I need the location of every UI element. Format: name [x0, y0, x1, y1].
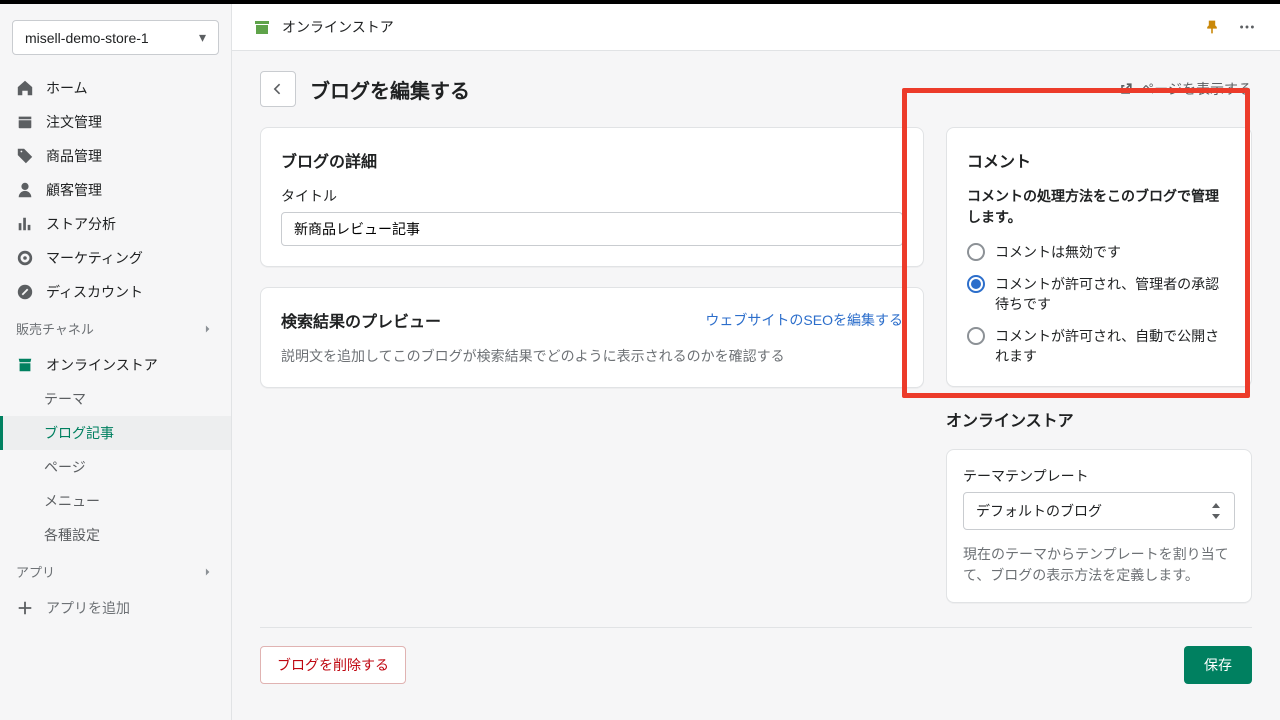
- radio-label: コメントは無効です: [995, 242, 1121, 262]
- delete-blog-button[interactable]: ブログを削除する: [260, 646, 406, 684]
- nav-label: 顧客管理: [46, 180, 102, 200]
- store-selector[interactable]: misell-demo-store-1 ▾: [12, 20, 219, 55]
- nav-label: 注文管理: [46, 112, 102, 132]
- radio-icon: [967, 243, 985, 261]
- template-desc: 現在のテーマからテンプレートを割り当てて、ブログの表示方法を定義します。: [963, 544, 1235, 586]
- save-button[interactable]: 保存: [1184, 646, 1252, 684]
- caret-down-icon: ▾: [199, 29, 206, 46]
- online-store-section: オンラインストア テーマテンプレート デフォルトのブログ 現在のテーマからテンプ…: [946, 407, 1252, 603]
- discounts-icon: [16, 283, 34, 301]
- section-label: アプリ: [16, 562, 55, 581]
- sidebar-add-app[interactable]: アプリを追加: [0, 591, 231, 625]
- nav-label: アプリを追加: [46, 598, 130, 618]
- title-label: タイトル: [281, 186, 903, 206]
- card-heading: コメント: [967, 148, 1231, 172]
- home-icon: [16, 79, 34, 97]
- sidebar-item-products[interactable]: 商品管理: [0, 139, 231, 173]
- page-title: ブログを編集する: [310, 75, 470, 104]
- store-icon: [16, 356, 34, 374]
- blog-details-card: ブログの詳細 タイトル: [260, 127, 924, 267]
- comment-option-auto[interactable]: コメントが許可され、自動で公開されます: [967, 326, 1231, 366]
- nav-label: テーマ: [44, 389, 86, 409]
- template-select[interactable]: デフォルトのブログ: [963, 492, 1235, 530]
- pin-button[interactable]: [1200, 15, 1224, 39]
- sidebar-item-customers[interactable]: 顧客管理: [0, 173, 231, 207]
- radio-label: コメントが許可され、自動で公開されます: [995, 326, 1231, 366]
- radio-label: コメントが許可され、管理者の承認待ちです: [995, 274, 1231, 314]
- nav-label: ブログ記事: [44, 423, 114, 443]
- sales-channels-section[interactable]: 販売チャネル: [0, 309, 231, 348]
- customers-icon: [16, 181, 34, 199]
- comment-option-disabled[interactable]: コメントは無効です: [967, 242, 1231, 262]
- template-card: テーマテンプレート デフォルトのブログ 現在のテーマからテンプレートを割り当てて…: [946, 449, 1252, 603]
- more-button[interactable]: [1234, 14, 1260, 40]
- nav-label: ストア分析: [46, 214, 116, 234]
- nav-label: ディスカウント: [46, 282, 143, 302]
- nav-label: ホーム: [46, 78, 88, 98]
- nav-label: メニュー: [44, 491, 100, 511]
- sidebar-sub-blog-posts[interactable]: ブログ記事: [0, 416, 231, 450]
- products-icon: [16, 147, 34, 165]
- chevron-right-icon: [201, 565, 215, 579]
- plus-icon: [16, 599, 34, 617]
- topbar-title: オンラインストア: [282, 17, 394, 37]
- sidebar-sub-preferences[interactable]: 各種設定: [0, 518, 231, 552]
- marketing-icon: [16, 249, 34, 267]
- nav-label: オンラインストア: [46, 355, 158, 375]
- seo-card: 検索結果のプレビュー ウェブサイトのSEOを編集する 説明文を追加してこのブログ…: [260, 287, 924, 388]
- section-label: 販売チャネル: [16, 319, 94, 338]
- nav-label: 各種設定: [44, 525, 100, 545]
- sidebar-item-analytics[interactable]: ストア分析: [0, 207, 231, 241]
- sidebar-item-discounts[interactable]: ディスカウント: [0, 275, 231, 309]
- edit-seo-link[interactable]: ウェブサイトのSEOを編集する: [705, 310, 903, 330]
- updown-icon: [1210, 503, 1222, 519]
- comments-subheading: コメントの処理方法をこのブログで管理します。: [967, 186, 1231, 228]
- template-label: テーマテンプレート: [963, 466, 1235, 486]
- app-logo-icon: [252, 17, 272, 37]
- external-link-icon: [1118, 81, 1134, 97]
- sidebar-item-orders[interactable]: 注文管理: [0, 105, 231, 139]
- radio-icon: [967, 327, 985, 345]
- sidebar-sub-themes[interactable]: テーマ: [0, 382, 231, 416]
- card-heading: 検索結果のプレビュー: [281, 308, 441, 332]
- comment-option-moderated[interactable]: コメントが許可され、管理者の承認待ちです: [967, 274, 1231, 314]
- apps-section[interactable]: アプリ: [0, 552, 231, 591]
- sidebar-sub-pages[interactable]: ページ: [0, 450, 231, 484]
- topbar: オンラインストア: [232, 4, 1280, 51]
- view-page-label: ページを表示する: [1140, 79, 1252, 99]
- sidebar-item-online-store[interactable]: オンラインストア: [0, 348, 231, 382]
- comments-card: コメント コメントの処理方法をこのブログで管理します。 コメントは無効です コメ…: [946, 127, 1252, 387]
- section-heading: オンラインストア: [946, 407, 1252, 431]
- select-value: デフォルトのブログ: [976, 501, 1102, 521]
- store-name: misell-demo-store-1: [25, 30, 149, 46]
- chevron-right-icon: [201, 322, 215, 336]
- sidebar-sub-navigation[interactable]: メニュー: [0, 484, 231, 518]
- back-button[interactable]: [260, 71, 296, 107]
- radio-checked-icon: [967, 275, 985, 293]
- view-page-link[interactable]: ページを表示する: [1118, 79, 1252, 99]
- nav-label: マーケティング: [46, 248, 143, 268]
- sidebar-item-marketing[interactable]: マーケティング: [0, 241, 231, 275]
- analytics-icon: [16, 215, 34, 233]
- card-heading: ブログの詳細: [281, 148, 903, 172]
- nav-label: 商品管理: [46, 146, 102, 166]
- blog-title-input[interactable]: [281, 212, 903, 246]
- nav-label: ページ: [44, 457, 86, 477]
- orders-icon: [16, 113, 34, 131]
- sidebar-item-home[interactable]: ホーム: [0, 71, 231, 105]
- seo-description: 説明文を追加してこのブログが検索結果でどのように表示されるのかを確認する: [281, 346, 903, 367]
